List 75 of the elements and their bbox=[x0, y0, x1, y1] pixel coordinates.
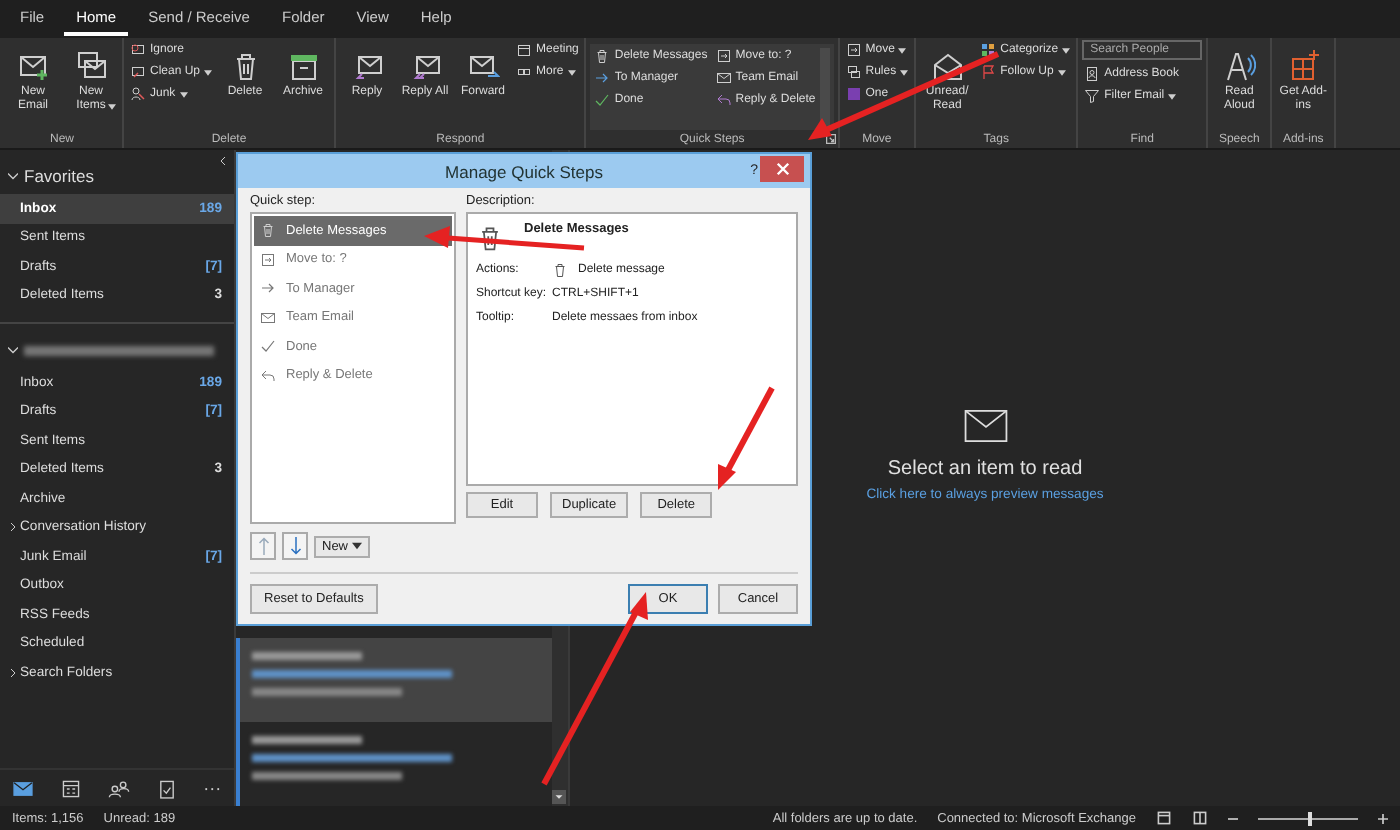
expand-down-icon[interactable] bbox=[8, 172, 18, 180]
ignore-icon bbox=[130, 42, 146, 58]
caret-icon bbox=[900, 69, 909, 75]
reading-view-icon[interactable] bbox=[1192, 810, 1208, 826]
folder-move-icon bbox=[260, 251, 276, 268]
check-icon bbox=[594, 92, 611, 108]
zoom-out-icon[interactable] bbox=[1228, 813, 1238, 823]
caret-icon bbox=[1168, 93, 1177, 99]
caret-icon bbox=[352, 542, 363, 550]
trash-icon bbox=[594, 48, 611, 64]
caret-icon bbox=[1062, 47, 1071, 53]
caret-icon bbox=[567, 69, 576, 75]
gallery-scrollbar[interactable] bbox=[819, 48, 830, 126]
calendar-icon[interactable] bbox=[60, 777, 83, 799]
normal-view-icon[interactable] bbox=[1156, 810, 1172, 826]
check-icon bbox=[260, 338, 276, 355]
flag-icon bbox=[980, 64, 997, 80]
annotation-arrow bbox=[718, 386, 775, 490]
more-button[interactable]: ··· bbox=[203, 778, 222, 798]
arrow-icon bbox=[260, 280, 276, 297]
section-title[interactable]: Favorites bbox=[24, 166, 94, 186]
archive-box-icon bbox=[287, 50, 320, 82]
person-blocked-icon bbox=[130, 86, 146, 102]
expand-right-icon[interactable] bbox=[10, 667, 16, 678]
caret-icon bbox=[204, 69, 213, 75]
address-book-icon bbox=[1084, 66, 1101, 82]
caret-icon bbox=[1057, 69, 1066, 75]
move-down-button[interactable] bbox=[282, 532, 308, 560]
caret-icon bbox=[898, 47, 907, 53]
mail-stack-icon bbox=[75, 50, 107, 82]
reply-icon bbox=[351, 50, 384, 82]
close-button[interactable] bbox=[760, 156, 804, 182]
add-ins-icon bbox=[1287, 50, 1320, 82]
collapse-icon[interactable] bbox=[220, 156, 226, 166]
blurred-text bbox=[252, 652, 362, 660]
notebook-icon bbox=[845, 86, 862, 102]
folder-move-icon bbox=[845, 42, 862, 58]
reply-all-icon bbox=[409, 50, 442, 82]
scroll-down-icon[interactable] bbox=[552, 790, 566, 804]
empty-message: Select an item to read bbox=[887, 458, 1083, 480]
mail-icon[interactable] bbox=[12, 777, 35, 799]
envelope-icon bbox=[260, 309, 276, 326]
rules-icon bbox=[845, 64, 862, 80]
envelope-icon bbox=[715, 70, 732, 86]
forward-icon bbox=[467, 50, 500, 82]
up-arrow-icon bbox=[257, 536, 269, 556]
down-arrow-icon bbox=[289, 536, 301, 556]
reply-arrow-icon bbox=[260, 367, 276, 384]
filter-icon bbox=[1084, 88, 1101, 104]
expand-right-icon[interactable] bbox=[10, 522, 16, 533]
read-aloud-icon bbox=[1223, 50, 1256, 82]
reply-arrow-icon bbox=[715, 92, 732, 108]
trash-icon bbox=[552, 262, 568, 278]
trash-icon bbox=[260, 222, 276, 239]
open-envelope-icon bbox=[931, 50, 964, 82]
new-mail-icon bbox=[17, 50, 49, 82]
zoom-in-icon[interactable] bbox=[1378, 813, 1388, 823]
arrow-icon bbox=[594, 70, 611, 86]
calendar-icon bbox=[516, 42, 533, 58]
close-icon bbox=[775, 162, 789, 176]
dialog-launcher-icon[interactable] bbox=[825, 134, 836, 144]
people-icon[interactable] bbox=[107, 777, 130, 799]
folder-move-icon bbox=[715, 48, 732, 64]
dialog-title: Manage Quick Steps bbox=[445, 161, 603, 181]
tasks-icon[interactable] bbox=[155, 777, 178, 799]
trash-icon bbox=[476, 222, 504, 254]
caret-icon bbox=[108, 103, 116, 110]
blurred-text bbox=[252, 736, 362, 744]
broom-mail-icon bbox=[130, 64, 146, 80]
color-squares-icon bbox=[980, 42, 997, 58]
windows-icon bbox=[516, 64, 533, 80]
caret-icon bbox=[179, 91, 188, 97]
envelope-icon bbox=[963, 410, 1007, 442]
message-item[interactable] bbox=[236, 638, 552, 722]
expand-down-icon[interactable] bbox=[8, 346, 18, 354]
